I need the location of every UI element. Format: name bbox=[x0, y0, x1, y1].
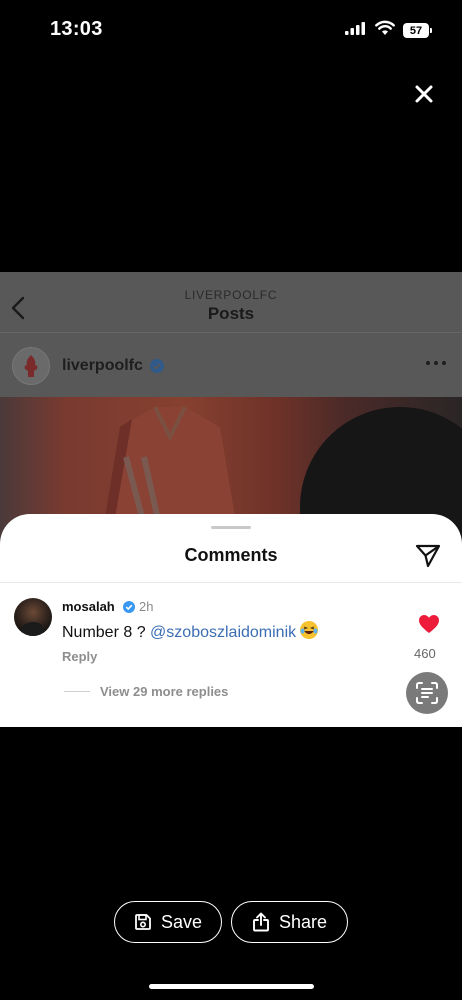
close-icon bbox=[415, 85, 433, 103]
preview-post-header: liverpoolfc bbox=[0, 333, 462, 397]
save-icon bbox=[135, 914, 151, 930]
laughing-emoji-icon bbox=[299, 620, 319, 645]
battery-level: 57 bbox=[403, 23, 429, 38]
more-options-icon bbox=[426, 361, 446, 365]
wifi-icon bbox=[375, 20, 395, 41]
preview-header: LIVERPOOLFC Posts bbox=[0, 272, 462, 333]
save-label: Save bbox=[160, 911, 203, 932]
replies-line bbox=[64, 691, 90, 692]
home-indicator[interactable] bbox=[149, 984, 314, 989]
liverpool-crest-icon bbox=[12, 347, 50, 385]
text-scan-icon bbox=[416, 682, 438, 704]
sheet-handle bbox=[211, 526, 251, 529]
share-icon bbox=[253, 912, 269, 932]
preview-page-title: Posts bbox=[207, 304, 255, 323]
comment-text-prefix: Number 8 ? bbox=[62, 624, 151, 641]
reply-button[interactable]: Reply bbox=[62, 649, 97, 664]
verified-badge-icon bbox=[123, 600, 135, 618]
comment-time: 2h bbox=[139, 599, 154, 614]
send-button[interactable] bbox=[414, 542, 442, 570]
status-icons: 57 bbox=[345, 20, 432, 41]
save-button[interactable]: Save bbox=[114, 901, 222, 943]
like-button[interactable] bbox=[418, 614, 440, 639]
comment-mention-link[interactable]: @szoboszlaidominik bbox=[150, 624, 296, 641]
status-time: 13:03 bbox=[50, 18, 103, 40]
share-label: Share bbox=[278, 911, 328, 932]
preview-account-label: LIVERPOOLFC bbox=[184, 288, 278, 302]
send-icon bbox=[415, 544, 441, 568]
comments-card: Comments mosalah 2h Number 8 ? @szoboszl… bbox=[0, 514, 462, 727]
heart-icon bbox=[419, 615, 439, 633]
avatar[interactable] bbox=[14, 598, 52, 636]
battery-tip bbox=[430, 28, 432, 33]
cellular-signal-icon bbox=[345, 20, 367, 41]
like-count: 460 bbox=[414, 646, 436, 661]
comment-text: Number 8 ? @szoboszlaidominik bbox=[62, 620, 319, 645]
comments-title: Comments bbox=[184, 545, 278, 565]
verified-badge-icon bbox=[150, 359, 164, 378]
status-bar: 13:03 57 bbox=[0, 0, 462, 60]
battery-icon: 57 bbox=[403, 23, 432, 38]
share-button[interactable]: Share bbox=[231, 901, 348, 943]
comment-username[interactable]: mosalah bbox=[62, 599, 115, 614]
close-button[interactable] bbox=[410, 80, 438, 108]
preview-post-username: liverpoolfc bbox=[62, 357, 143, 374]
live-text-button[interactable] bbox=[406, 672, 448, 714]
view-replies-button[interactable]: View 29 more replies bbox=[100, 684, 228, 699]
comments-divider bbox=[0, 582, 462, 583]
